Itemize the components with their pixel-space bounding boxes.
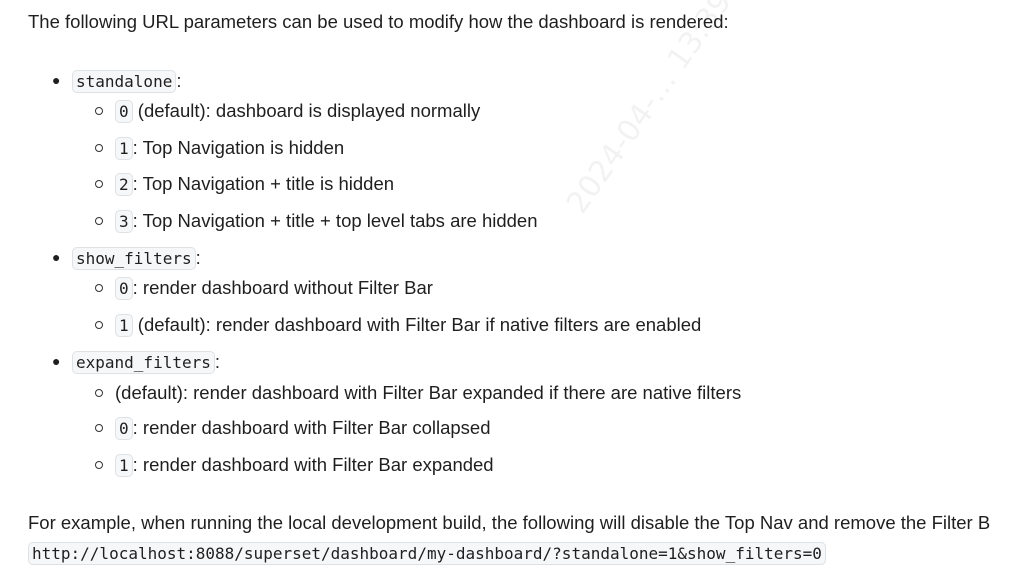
sub-bullet — [95, 321, 103, 329]
option-code: 1 — [115, 454, 133, 477]
option-code: 1 — [115, 314, 133, 337]
sub-bullet — [95, 144, 103, 152]
sub-bullet — [95, 424, 103, 432]
option-item: (default): render dashboard with Filter … — [115, 382, 742, 403]
option-item: 2: Top Navigation + title is hidden — [115, 172, 394, 197]
sub-bullet — [95, 461, 103, 469]
param-standalone: standalone: — [72, 69, 181, 94]
bullet: ● — [52, 72, 61, 88]
bullet: ● — [52, 249, 61, 265]
sub-bullet — [95, 284, 103, 292]
bullet: ● — [52, 353, 61, 369]
sub-bullet — [95, 217, 103, 225]
param-name-code: standalone — [72, 70, 177, 93]
example-url-code: http://localhost:8088/superset/dashboard… — [28, 542, 826, 565]
option-item: 3: Top Navigation + title + top level ta… — [115, 209, 538, 234]
option-item: 1: render dashboard with Filter Bar expa… — [115, 453, 494, 478]
option-item: 1: Top Navigation is hidden — [115, 136, 344, 161]
param-show-filters: show_filters: — [72, 246, 201, 271]
option-item: 0: render dashboard without Filter Bar — [115, 276, 433, 301]
option-item: 0: render dashboard with Filter Bar coll… — [115, 416, 491, 441]
sub-bullet — [95, 107, 103, 115]
sub-bullet — [95, 389, 103, 397]
param-name-code: expand_filters — [72, 351, 215, 374]
option-item: 1 (default): render dashboard with Filte… — [115, 313, 701, 338]
option-code: 0 — [115, 100, 133, 123]
option-code: 0 — [115, 277, 133, 300]
option-code: 2 — [115, 173, 133, 196]
param-expand-filters: expand_filters: — [72, 350, 220, 375]
sub-bullet — [95, 180, 103, 188]
option-code: 0 — [115, 417, 133, 440]
option-code: 1 — [115, 137, 133, 160]
example-text: For example, when running the local deve… — [28, 512, 991, 533]
param-name-code: show_filters — [72, 247, 196, 270]
example-url: http://localhost:8088/superset/dashboard… — [28, 541, 826, 566]
option-code: 3 — [115, 210, 133, 233]
intro-text: The following URL parameters can be used… — [28, 11, 729, 32]
option-item: 0 (default): dashboard is displayed norm… — [115, 99, 480, 124]
